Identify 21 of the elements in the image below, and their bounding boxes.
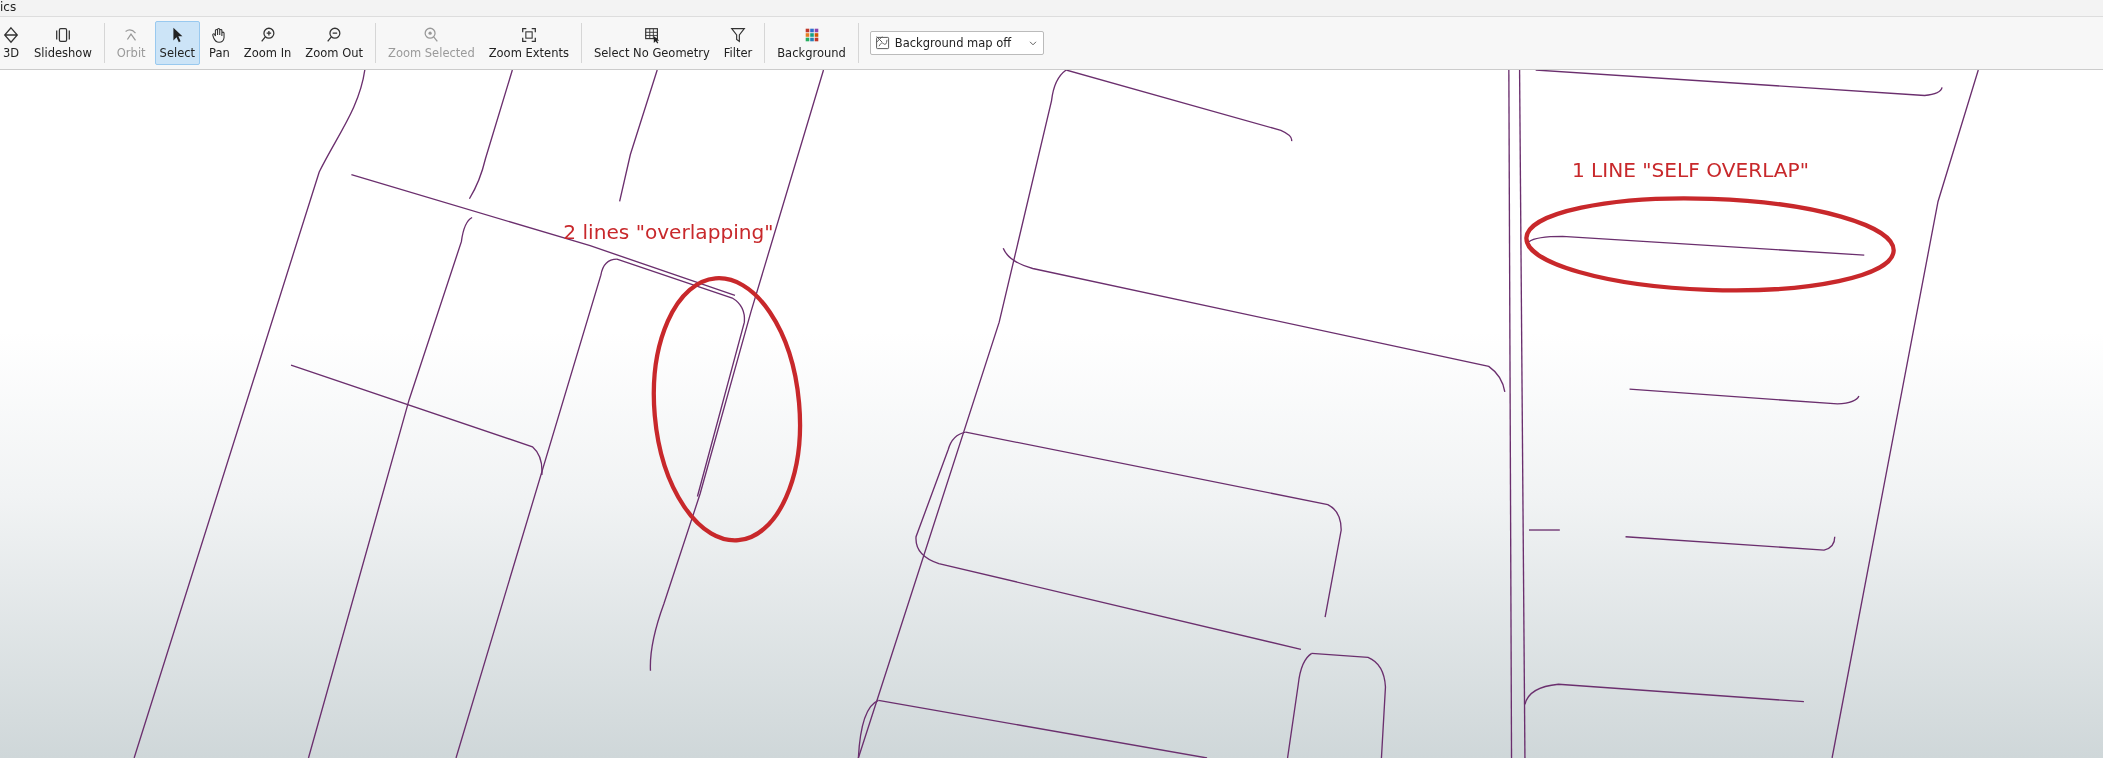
toolbar-button[interactable]: Zoom Extents xyxy=(483,21,574,65)
toolbar-button[interactable]: Background xyxy=(772,21,851,65)
frame-icon xyxy=(519,26,538,44)
cube-icon xyxy=(2,26,20,44)
annotation-label: 2 lines "overlapping" xyxy=(563,220,774,244)
zoom-in-icon xyxy=(258,26,277,44)
toolbar-button[interactable]: 3D xyxy=(0,21,25,65)
toolbar-button[interactable]: Select No Geometry xyxy=(588,21,715,65)
annotation-label: 1 LINE "SELF OVERLAP" xyxy=(1571,158,1809,183)
background-map-dropdown[interactable]: Background map off xyxy=(869,31,1044,55)
toolbar-button[interactable]: Slideshow xyxy=(29,21,97,65)
window-title: ics xyxy=(0,1,17,13)
toolbar-button[interactable]: Zoom Out xyxy=(300,21,368,65)
slideshow-icon xyxy=(53,26,72,44)
toolbar-button[interactable]: Filter xyxy=(718,21,758,65)
map-off-icon xyxy=(874,35,891,51)
toolbar-button[interactable]: Select xyxy=(154,21,201,65)
toolbar-button[interactable]: Zoom In xyxy=(238,21,297,65)
toolbar-button[interactable]: Pan xyxy=(204,21,235,65)
table-cursor-icon xyxy=(642,26,661,44)
filter-icon xyxy=(728,26,747,44)
